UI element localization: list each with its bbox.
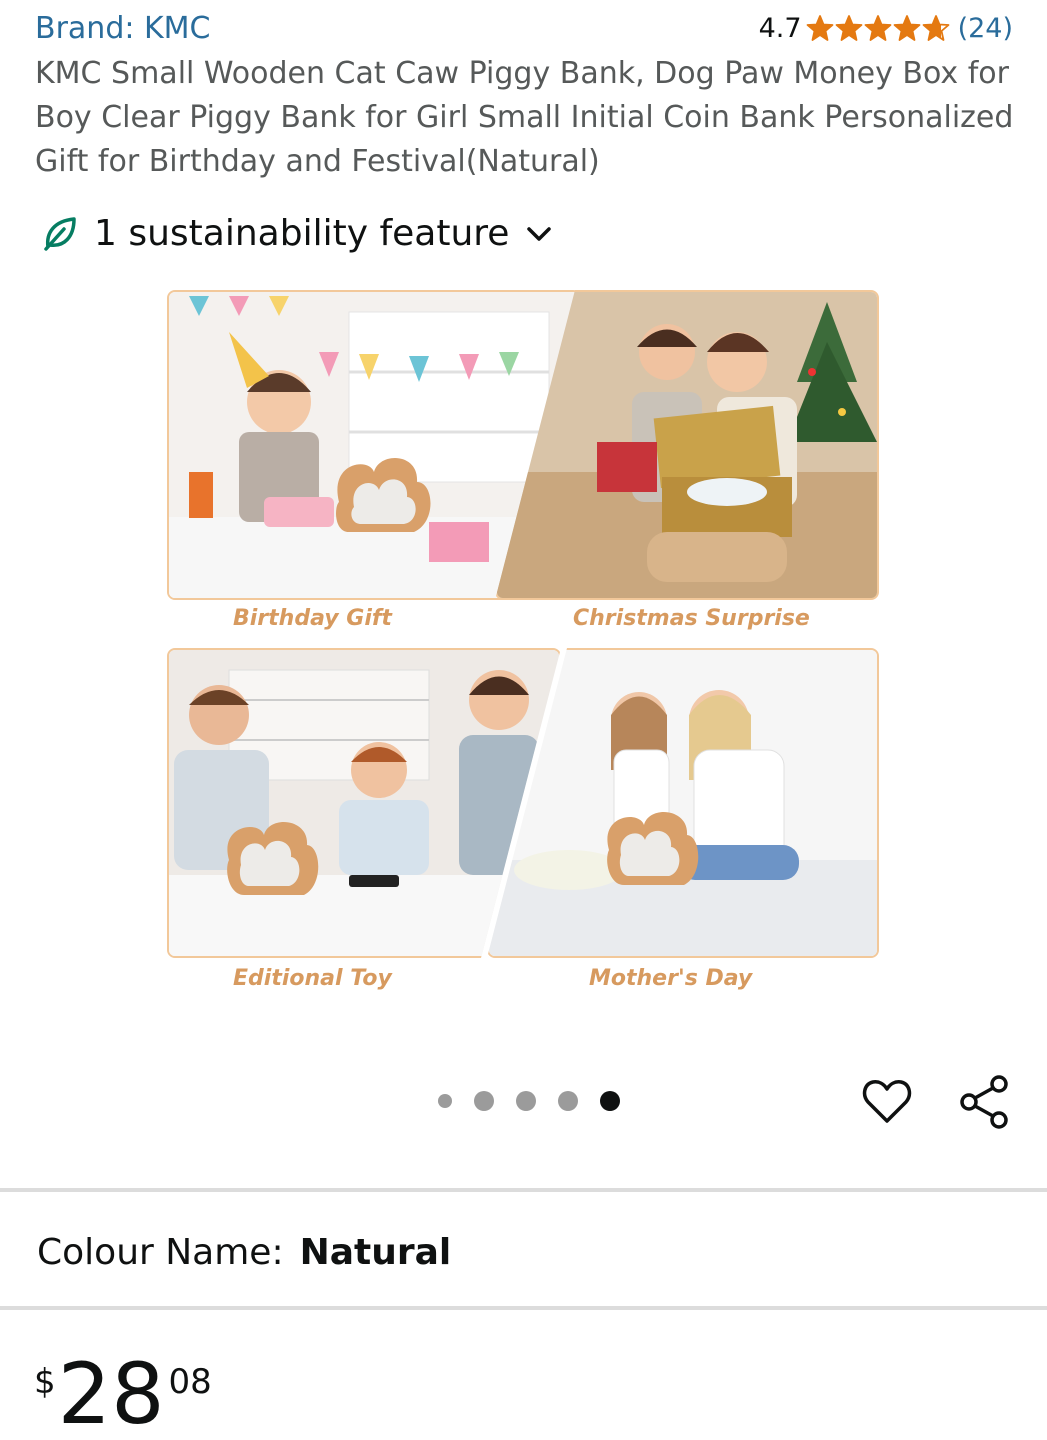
star-icon (893, 15, 920, 41)
price-fraction: 08 (168, 1362, 212, 1402)
leaf-icon (44, 217, 76, 251)
divider (0, 1188, 1047, 1192)
share-icon[interactable] (957, 1074, 1013, 1130)
sustainability-toggle[interactable]: 1 sustainability feature (40, 208, 555, 258)
price-symbol: $ (34, 1362, 56, 1402)
star-icon (922, 15, 949, 41)
carousel-dot[interactable] (438, 1094, 452, 1108)
star-icon (806, 15, 833, 41)
price: $ 28 08 (34, 1352, 212, 1436)
chevron-down-icon (527, 227, 552, 241)
rating-stars (806, 14, 950, 42)
brand-link[interactable]: Brand: KMC (35, 11, 211, 46)
product-title: KMC Small Wooden Cat Caw Piggy Bank, Dog… (35, 56, 1014, 179)
price-whole: 28 (57, 1345, 165, 1440)
rating[interactable]: 4.7 (24) (759, 13, 1013, 44)
carousel-dot[interactable] (558, 1091, 578, 1111)
colour-value: Natural (299, 1232, 452, 1273)
caption-mothers-day: Mother's Day (589, 966, 753, 991)
star-icon (864, 15, 891, 41)
rating-value: 4.7 (758, 12, 802, 44)
product-image[interactable]: Birthday Gift Christmas Surprise Edition… (165, 288, 881, 1008)
colour-label: Colour Name: (37, 1232, 284, 1273)
sustainability-label: 1 sustainability feature (94, 212, 510, 254)
caption-toy: Editional Toy (233, 966, 392, 991)
carousel-dot-active[interactable] (600, 1091, 620, 1111)
header-row: Brand: KMC 4.7 (24) (35, 8, 1013, 48)
heart-icon[interactable] (860, 1075, 914, 1129)
caption-christmas: Christmas Surprise (573, 606, 810, 631)
carousel-dot[interactable] (516, 1091, 536, 1111)
rating-count[interactable]: (24) (958, 13, 1013, 44)
carousel-dots[interactable] (438, 1091, 620, 1111)
star-icon (835, 15, 862, 41)
caption-birthday: Birthday Gift (233, 606, 392, 631)
carousel-dot[interactable] (474, 1091, 494, 1111)
colour-row: Colour Name: Natural (37, 1232, 451, 1273)
divider (0, 1306, 1047, 1310)
